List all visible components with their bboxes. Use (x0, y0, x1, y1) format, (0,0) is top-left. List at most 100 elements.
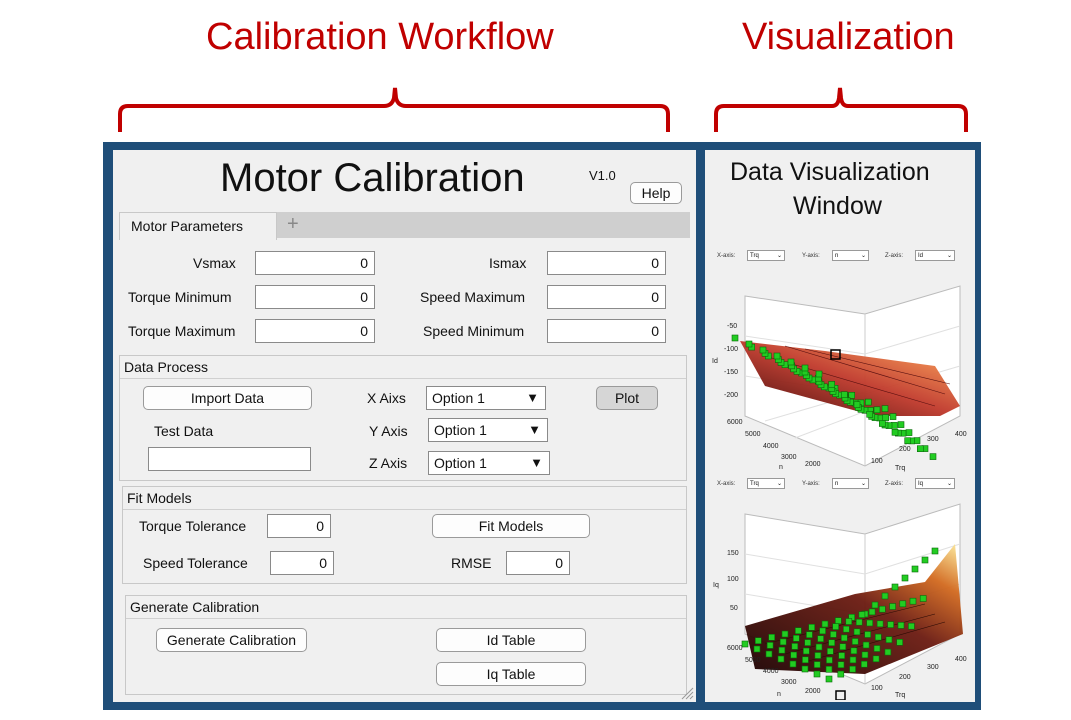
data-marker (827, 648, 834, 655)
data-marker (817, 635, 824, 642)
speed-minimum-label: Speed Minimum (423, 323, 525, 339)
data-marker (837, 661, 845, 668)
visualization-heading: Visualization (742, 16, 955, 58)
data-marker (754, 637, 762, 644)
data-marker (879, 605, 886, 613)
test-data-field[interactable] (148, 447, 311, 471)
plot-button[interactable]: Plot (596, 386, 658, 410)
resize-grip-icon[interactable] (680, 686, 694, 700)
data-marker (838, 652, 845, 659)
data-marker (801, 665, 809, 673)
data-marker (795, 627, 802, 634)
z-axis-label: Z Axis (369, 455, 408, 471)
calibration-workflow-heading: Calibration Workflow (206, 16, 554, 58)
data-marker (891, 429, 899, 436)
data-marker (873, 406, 881, 414)
plot1-y-axis-label: Y-axis: (802, 253, 820, 259)
plot1-x-axis-value: Trq (750, 253, 759, 259)
data-marker (865, 398, 872, 406)
data-marker (889, 603, 896, 610)
data-marker (830, 631, 837, 638)
plot1-n-tick: 6000 (727, 419, 743, 426)
data-marker (828, 639, 835, 646)
import-data-button[interactable]: Import Data (143, 386, 312, 410)
data-marker (899, 600, 907, 608)
id-table-button[interactable]: Id Table (436, 628, 586, 652)
data-marker (931, 547, 939, 555)
speed-tolerance-field[interactable]: 0 (270, 551, 334, 575)
data-marker (808, 624, 815, 631)
data-marker (841, 634, 848, 642)
ismax-field[interactable]: 0 (547, 251, 666, 275)
iq-table-button[interactable]: Iq Table (436, 662, 586, 686)
torque-tolerance-label: Torque Tolerance (139, 518, 247, 534)
data-marker (815, 370, 823, 378)
speed-minimum-field[interactable]: 0 (547, 319, 666, 343)
data-marker (911, 565, 919, 573)
data-marker (832, 623, 839, 630)
data-marker (841, 391, 848, 398)
data-marker (881, 592, 889, 600)
data-marker (731, 334, 739, 342)
plot1-trq-tick: 300 (927, 436, 939, 443)
generate-calibration-title: Generate Calibration (126, 596, 686, 619)
id-surface-plot[interactable] (705, 266, 975, 476)
data-marker (793, 635, 800, 642)
data-marker (875, 633, 882, 641)
rmse-field[interactable]: 0 (506, 551, 570, 575)
data-marker (806, 631, 813, 638)
data-marker (858, 611, 866, 618)
fit-models-button[interactable]: Fit Models (432, 514, 590, 538)
viz-title-line1: Data Visualization (730, 158, 930, 186)
workflow-brace (118, 87, 670, 132)
plot2-n-axis-title: n (777, 691, 781, 698)
data-marker (826, 656, 833, 664)
plot2-n-tick: 5000 (745, 657, 761, 664)
visualization-brace (714, 87, 968, 132)
chevron-down-icon: ▼ (530, 455, 543, 470)
data-marker (813, 661, 821, 668)
rmse-label: RMSE (451, 555, 492, 571)
data-marker (819, 627, 826, 635)
data-marker (787, 358, 795, 366)
data-marker (773, 352, 781, 360)
y-axis-dropdown[interactable]: Option 1 ▼ (428, 418, 548, 442)
plot1-z-tick: -200 (724, 392, 739, 399)
plot2-z-tick: 50 (730, 605, 738, 612)
motor-calibration-app: Motor Calibration V1.0 Help Motor Parame… (113, 150, 696, 702)
plot2-y-axis-label: Y-axis: (802, 481, 820, 487)
data-marker (901, 574, 909, 582)
speed-maximum-field[interactable]: 0 (547, 285, 666, 309)
torque-maximum-field[interactable]: 0 (255, 319, 375, 343)
x-axis-dropdown[interactable]: Option 1 ▼ (426, 386, 546, 410)
vsmax-field[interactable]: 0 (255, 251, 375, 275)
plot2-n-tick: 2000 (805, 688, 821, 695)
generate-calibration-button[interactable]: Generate Calibration (156, 628, 307, 652)
ismax-label: Ismax (489, 255, 527, 271)
torque-tolerance-field[interactable]: 0 (267, 514, 331, 538)
speed-tolerance-label: Speed Tolerance (143, 555, 248, 571)
plot2-z-axis-value: Iq (918, 481, 924, 487)
torque-maximum-label: Torque Maximum (128, 323, 236, 339)
plot2-z-axis-dropdown[interactable]: Iq ⌄ (915, 478, 955, 489)
plot1-n-tick: 2000 (805, 461, 821, 468)
help-button[interactable]: Help (630, 182, 682, 204)
plot2-x-axis-dropdown[interactable]: Trq ⌄ (747, 478, 785, 489)
plot1-z-axis-dropdown[interactable]: Id ⌄ (915, 250, 955, 261)
plot1-trq-tick: 400 (955, 431, 967, 438)
data-marker (882, 414, 889, 421)
z-axis-dropdown[interactable]: Option 1 ▼ (428, 451, 550, 475)
plot1-x-axis-dropdown[interactable]: Trq ⌄ (747, 250, 785, 261)
plot1-y-axis-dropdown[interactable]: n ⌄ (832, 250, 869, 261)
data-marker (905, 429, 913, 436)
plot2-y-axis-dropdown[interactable]: n ⌄ (832, 478, 869, 489)
tab-add[interactable]: + (287, 213, 299, 236)
data-marker (891, 583, 899, 591)
data-marker (828, 381, 835, 388)
chevron-down-icon: ⌄ (776, 481, 782, 487)
tab-motor-parameters[interactable]: Motor Parameters (119, 212, 277, 240)
data-marker (889, 413, 897, 420)
data-marker (861, 660, 868, 668)
data-marker (753, 645, 761, 653)
torque-minimum-field[interactable]: 0 (255, 285, 375, 309)
